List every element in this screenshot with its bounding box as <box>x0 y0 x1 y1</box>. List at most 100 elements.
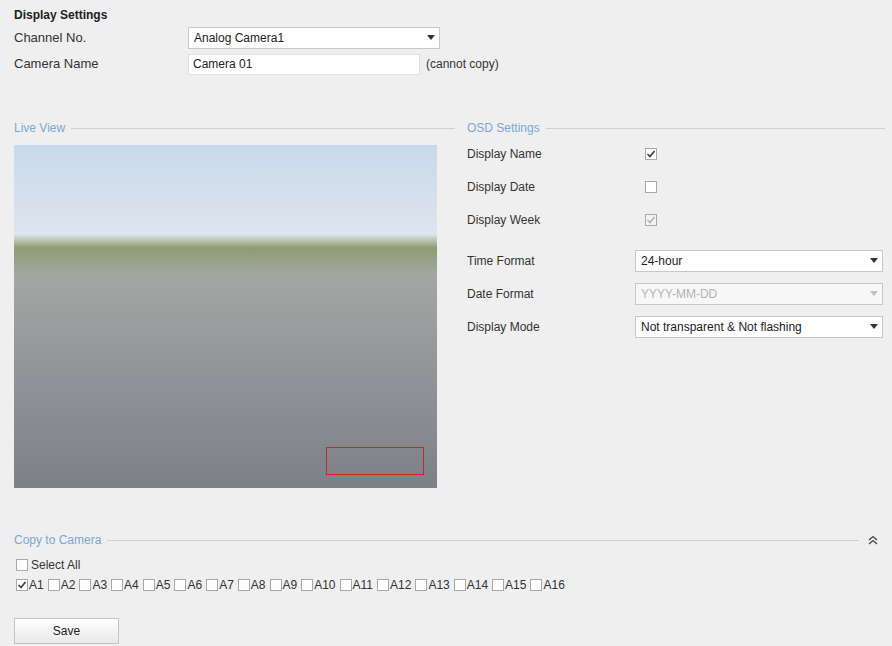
camera-option[interactable]: A11 <box>340 576 373 594</box>
osd-label: Display Mode <box>467 318 635 336</box>
button-bar: Save <box>14 618 885 644</box>
field-row: Channel No. Analog Camera1 <box>14 27 885 49</box>
field-label: Camera Name <box>14 54 188 74</box>
camera-label: A3 <box>92 576 107 594</box>
collapse-toggle[interactable] <box>867 534 879 546</box>
camera-option[interactable]: A5 <box>143 576 171 594</box>
camera-label: A5 <box>156 576 171 594</box>
dropdown-value: Analog Camera1 <box>194 29 284 47</box>
dropdown-value: YYYY-MM-DD <box>641 285 717 303</box>
checkbox[interactable] <box>645 181 657 193</box>
checkbox[interactable] <box>111 579 123 591</box>
camera-option[interactable]: A6 <box>174 576 202 594</box>
camera-option[interactable]: A3 <box>79 576 107 594</box>
dropdown-value: Not transparent & Not flashing <box>641 318 802 336</box>
checkbox[interactable] <box>143 579 155 591</box>
checkbox[interactable] <box>238 579 250 591</box>
dropdown[interactable]: Analog Camera1 <box>188 27 440 49</box>
camera-label: A15 <box>505 576 526 594</box>
osd-label: Date Format <box>467 285 635 303</box>
camera-label: A10 <box>314 576 335 594</box>
divider <box>107 540 859 541</box>
channel-fields: Channel No. Analog Camera1 Camera NameCame… <box>14 27 885 75</box>
section-header: Live View <box>14 120 455 136</box>
check-icon <box>646 215 656 225</box>
double-chevron-icon <box>868 535 878 545</box>
checkbox[interactable] <box>377 579 389 591</box>
camera-option[interactable]: A13 <box>415 576 449 594</box>
checkbox[interactable] <box>16 579 28 591</box>
camera-option[interactable]: A10 <box>301 576 335 594</box>
dropdown-arrow-icon <box>427 35 435 41</box>
camera-option[interactable]: A14 <box>454 576 488 594</box>
osd-panel: Display Name Display Date Display Week Time… <box>467 136 885 488</box>
section-header: Copy to Camera <box>14 532 885 548</box>
save-button[interactable]: Save <box>14 618 119 644</box>
camera-label: A7 <box>219 576 234 594</box>
select-all-label: Select All <box>31 556 80 574</box>
live-view-image <box>14 145 437 488</box>
dropdown[interactable]: Not transparent & Not flashing <box>635 316 883 338</box>
osd-position-box[interactable] <box>326 447 424 475</box>
section-title: Live View <box>14 119 71 137</box>
camera-label: A12 <box>390 576 411 594</box>
checkbox[interactable] <box>340 579 352 591</box>
divider <box>546 128 885 129</box>
camera-option[interactable]: A16 <box>530 576 564 594</box>
camera-option[interactable]: A15 <box>492 576 526 594</box>
checkbox[interactable] <box>530 579 542 591</box>
field-note: (cannot copy) <box>426 55 499 73</box>
camera-label: A9 <box>283 576 298 594</box>
camera-option[interactable]: A4 <box>111 576 139 594</box>
camera-label: A6 <box>187 576 202 594</box>
button-label: Save <box>53 622 80 640</box>
osd-label: Display Name <box>467 145 635 163</box>
divider <box>71 128 455 129</box>
checkbox[interactable] <box>174 579 186 591</box>
camera-label: A2 <box>61 576 76 594</box>
osd-row: Display Week <box>467 203 885 236</box>
osd-label: Time Format <box>467 252 635 270</box>
checkbox[interactable] <box>492 579 504 591</box>
checkbox[interactable] <box>415 579 427 591</box>
camera-label: A13 <box>428 576 449 594</box>
checkbox[interactable] <box>48 579 60 591</box>
check-icon <box>646 149 656 159</box>
osd-row: Display Name <box>467 137 885 170</box>
select-all[interactable]: Select All <box>14 557 885 573</box>
section-headers: Live View OSD Settings <box>14 120 885 136</box>
camera-list: A1 A2 A3A4 A5 A6 A7 A8 A9 A10 A11 A12 A13 A14 A15A16 <box>14 577 885 593</box>
camera-label: A8 <box>251 576 266 594</box>
camera-label: A11 <box>353 576 373 594</box>
checkbox[interactable] <box>301 579 313 591</box>
camera-option[interactable]: A1 <box>16 576 44 594</box>
checkbox[interactable] <box>645 148 657 160</box>
checkbox[interactable] <box>270 579 282 591</box>
dropdown[interactable]: 24-hour <box>635 250 883 272</box>
checkbox[interactable] <box>454 579 466 591</box>
checkbox[interactable] <box>16 559 28 571</box>
main-area: Display Name Display Date Display Week Time… <box>14 136 885 488</box>
camera-option[interactable]: A12 <box>377 576 411 594</box>
osd-row: Display Date <box>467 170 885 203</box>
osd-row: Display Mode Not transparent & Not flashi… <box>467 310 885 343</box>
field-label: Channel No. <box>14 28 188 48</box>
checkbox <box>645 214 657 226</box>
page-title: Display Settings <box>14 7 885 23</box>
field-row: Camera NameCamera 01 (cannot copy) <box>14 53 885 75</box>
dropdown-arrow-icon <box>870 291 878 297</box>
camera-option[interactable]: A8 <box>238 576 266 594</box>
camera-option[interactable]: A7 <box>206 576 234 594</box>
camera-label: A1 <box>29 576 44 594</box>
osd-label: Display Date <box>467 178 635 196</box>
section-title: OSD Settings <box>467 119 546 137</box>
checkbox[interactable] <box>206 579 218 591</box>
section-title: Copy to Camera <box>14 531 107 549</box>
osd-row: Date Format YYYY-MM-DD <box>467 277 885 310</box>
camera-option[interactable]: A2 <box>48 576 76 594</box>
checkbox[interactable] <box>79 579 91 591</box>
camera-name-input[interactable]: Camera 01 <box>188 54 420 75</box>
osd-label: Display Week <box>467 211 635 229</box>
dropdown-arrow-icon <box>870 258 878 264</box>
camera-option[interactable]: A9 <box>270 576 298 594</box>
